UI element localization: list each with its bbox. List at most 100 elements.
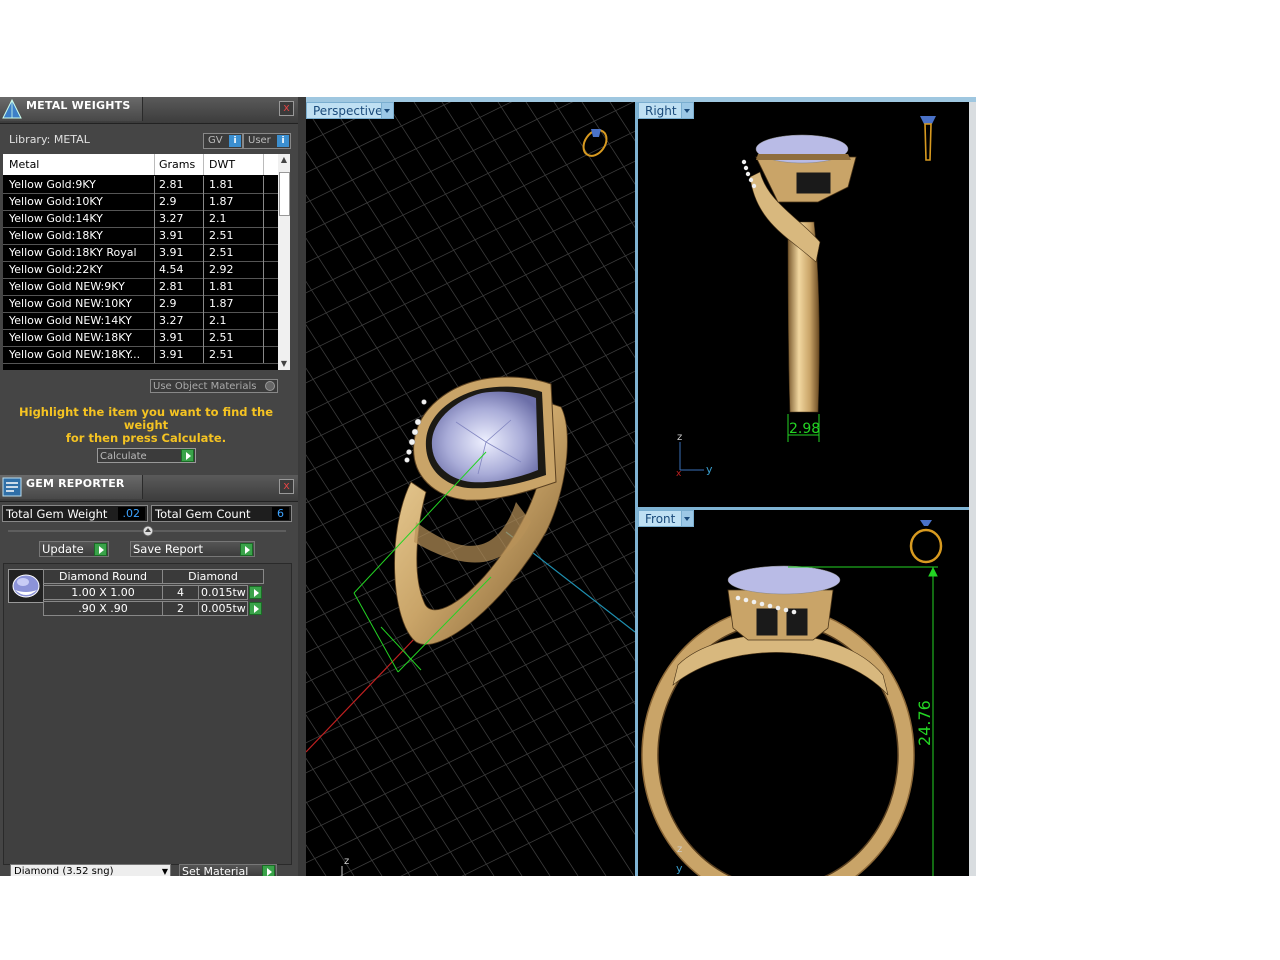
front-viewport[interactable]: 24.76 z y Front (638, 510, 969, 876)
right-viewport[interactable]: 2.98 z y x Right (638, 102, 969, 507)
chevron-down-icon[interactable] (681, 103, 693, 118)
use-object-materials-label: Use Object Materials (153, 381, 257, 392)
grams-cell: 2.9 (159, 297, 177, 310)
calculate-hint: Highlight the item you want to find the … (0, 406, 292, 445)
metal-weights-title: METAL WEIGHTS (26, 99, 131, 112)
gv-button[interactable]: GV i (203, 133, 243, 149)
grams-cell: 2.9 (159, 195, 177, 208)
orientation-ring-icon (582, 129, 608, 157)
gv-label: GV (208, 135, 223, 146)
table-row[interactable]: Yellow Gold NEW:9KY 2.81 1.81 (3, 278, 278, 296)
user-info-icon[interactable]: i (277, 135, 289, 147)
right-scene: 2.98 z y x (676, 116, 936, 479)
chevron-down-icon[interactable] (681, 511, 693, 526)
calculate-button[interactable]: Calculate (97, 448, 196, 463)
table-row[interactable]: Yellow Gold NEW:14KY 3.27 2.1 (3, 312, 278, 330)
column-header-shape: Diamond Round (43, 569, 163, 584)
panel-splitter[interactable] (298, 97, 306, 876)
perspective-axis-z-label: z (344, 856, 349, 867)
use-object-materials-toggle[interactable]: Use Object Materials (150, 379, 278, 393)
metal-cell: Yellow Gold:9KY (9, 178, 96, 191)
gem-count-cell: 2 (162, 601, 199, 616)
perspective-view-label: Perspective (313, 104, 383, 118)
gem-list: Diamond Round Diamond 1.00 X 1.00 4 0.01… (3, 563, 292, 865)
gv-info-icon[interactable]: i (229, 135, 241, 147)
table-row[interactable]: Yellow Gold:9KY 2.81 1.81 (3, 176, 278, 194)
table-row[interactable]: Yellow Gold NEW:10KY 2.9 1.87 (3, 295, 278, 313)
svg-text:y: y (676, 862, 683, 875)
total-gem-count-value: 6 (272, 507, 289, 520)
column-header-metal[interactable]: Metal (9, 158, 39, 171)
table-row[interactable]: Yellow Gold NEW:18KY 3.91 2.51 (3, 329, 278, 347)
select-gem-arrow-icon[interactable] (249, 586, 262, 599)
column-header-material: Diamond (162, 569, 264, 584)
metal-cell: Yellow Gold NEW:18KY (9, 331, 132, 344)
grams-cell: 2.81 (159, 280, 184, 293)
grams-cell: 3.91 (159, 246, 184, 259)
svg-text:z: z (677, 432, 682, 443)
user-label: User (248, 135, 271, 146)
gem-weight-cell: 0.005tw (198, 601, 248, 616)
table-row[interactable]: Yellow Gold:22KY 4.54 2.92 (3, 261, 278, 279)
column-header-grams[interactable]: Grams (159, 158, 195, 171)
gem-reporter-close-button[interactable]: x (279, 479, 294, 494)
grams-cell: 3.27 (159, 314, 184, 327)
dwt-cell: 2.51 (209, 229, 234, 242)
material-select[interactable]: Diamond (3.52 sng) ▼ (10, 864, 171, 876)
table-row[interactable]: Yellow Gold:14KY 3.27 2.1 (3, 210, 278, 228)
user-button[interactable]: User i (243, 133, 291, 149)
grams-cell: 3.27 (159, 212, 184, 225)
dwt-cell: 2.1 (209, 212, 227, 225)
set-material-label: Set Material (182, 865, 249, 876)
set-material-button[interactable]: Set Material (179, 864, 277, 876)
gem-size-cell[interactable]: .90 X .90 (43, 601, 163, 616)
metal-cell: Yellow Gold:10KY (9, 195, 103, 208)
play-arrow-icon[interactable] (262, 865, 275, 876)
hint-line-1: Highlight the item you want to find the … (19, 405, 273, 432)
perspective-view-dropdown[interactable]: Perspective (306, 102, 394, 119)
metal-weights-close-button[interactable]: x (279, 101, 294, 116)
scroll-thumb[interactable] (279, 172, 290, 216)
update-button[interactable]: Update (39, 541, 109, 557)
play-arrow-icon[interactable] (94, 543, 107, 556)
play-arrow-icon[interactable] (181, 449, 194, 462)
gem-thumbnail[interactable] (8, 569, 44, 603)
material-select-value: Diamond (3.52 sng) (14, 866, 114, 876)
metal-cell: Yellow Gold:18KY Royal (9, 246, 137, 259)
metal-table-scrollbar[interactable]: ▲ ▼ (278, 154, 290, 370)
scroll-up-icon[interactable]: ▲ (278, 154, 290, 166)
slider[interactable] (3, 524, 291, 538)
perspective-scene: z (306, 102, 635, 876)
right-view-label: Right (645, 104, 677, 118)
total-gem-weight-field: Total Gem Weight .02 (2, 505, 148, 522)
gem-size-cell[interactable]: 1.00 X 1.00 (43, 585, 163, 600)
metal-cell: Yellow Gold:14KY (9, 212, 103, 225)
save-report-label: Save Report (133, 542, 204, 556)
grams-cell: 3.91 (159, 348, 184, 361)
metal-weights-table: Metal Grams DWT Yellow Gold:9KY 2.81 1.81 Y… (3, 154, 290, 370)
metal-weights-icon (2, 99, 22, 119)
scroll-down-icon[interactable]: ▼ (278, 358, 290, 370)
radio-icon[interactable] (265, 381, 275, 391)
grams-cell: 3.91 (159, 229, 184, 242)
table-row[interactable]: Yellow Gold:18KY Royal 3.91 2.51 (3, 244, 278, 262)
save-report-button[interactable]: Save Report (130, 541, 255, 557)
right-view-dropdown[interactable]: Right (638, 102, 694, 119)
table-row[interactable]: Yellow Gold:18KY 3.91 2.51 (3, 227, 278, 245)
chevron-down-icon[interactable]: ▼ (162, 865, 168, 876)
dwt-cell: 1.81 (209, 178, 234, 191)
chevron-down-icon[interactable] (381, 103, 393, 118)
table-row[interactable]: Yellow Gold NEW:18KY... 3.91 2.51 (3, 346, 278, 364)
svg-text:x: x (676, 469, 682, 479)
select-gem-arrow-icon[interactable] (249, 602, 262, 615)
front-view-dropdown[interactable]: Front (638, 510, 694, 527)
dwt-cell: 2.1 (209, 314, 227, 327)
total-gem-count-field: Total Gem Count 6 (151, 505, 292, 522)
dwt-cell: 2.92 (209, 263, 234, 276)
table-row[interactable]: Yellow Gold:10KY 2.9 1.87 (3, 193, 278, 211)
column-header-dwt[interactable]: DWT (209, 158, 235, 171)
perspective-viewport[interactable]: z Perspective (306, 102, 635, 876)
orientation-ring-front-icon (909, 520, 943, 564)
play-arrow-icon[interactable] (240, 543, 253, 556)
dwt-cell: 1.81 (209, 280, 234, 293)
